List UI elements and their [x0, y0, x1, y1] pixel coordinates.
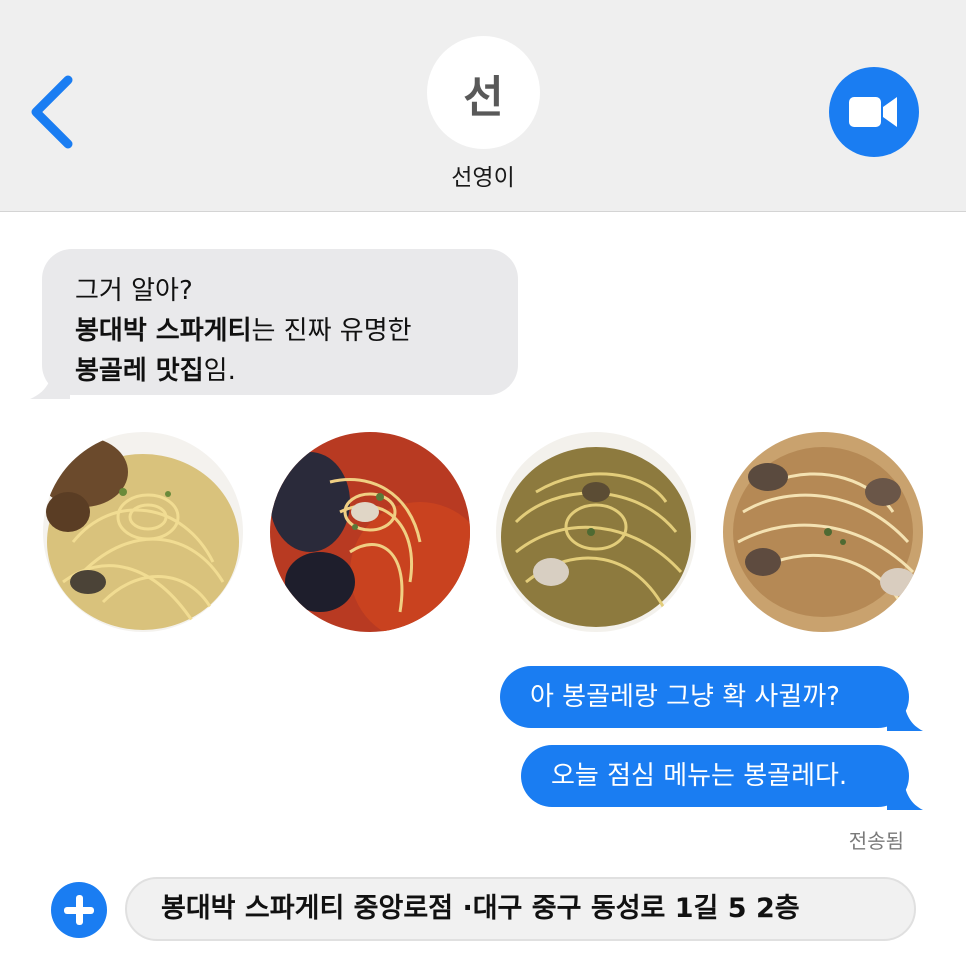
pasta-photo-4[interactable] — [723, 432, 923, 632]
plus-icon[interactable] — [51, 882, 107, 938]
incoming-message-bubble[interactable]: 그거 알아? 봉대박 스파게티는 진짜 유명한 봉골레 맛집임. — [30, 249, 518, 399]
restaurant-name: 봉대박 스파게티 — [75, 316, 252, 346]
back-button[interactable] — [26, 74, 76, 150]
message-text: 아 봉골레랑 그냥 확 사귈까? — [530, 682, 840, 712]
pasta-photo-1[interactable] — [43, 432, 243, 632]
video-camera-icon — [849, 97, 897, 127]
message-text: 오늘 점심 메뉴는 봉골레다. — [551, 761, 848, 791]
pasta-photo-2[interactable] — [270, 432, 470, 632]
bubble-tail — [887, 697, 923, 731]
contact-name[interactable]: 선영이 — [0, 158, 966, 192]
message-text: 는 진짜 유명한 — [251, 316, 412, 346]
message-line: 봉골레 맛집임. — [75, 351, 486, 391]
message-text: 그거 알아? — [75, 276, 193, 306]
message-line: 봉대박 스파게티는 진짜 유명한 — [75, 311, 486, 351]
avatar-initial: 선 — [463, 71, 504, 123]
bubble-tail — [887, 776, 923, 810]
pasta-photo-3[interactable] — [496, 432, 696, 632]
message-text: 임. — [203, 356, 236, 386]
outgoing-message-bubble[interactable]: 아 봉골레랑 그냥 확 사귈까? — [500, 666, 923, 731]
message-line: 그거 알아? — [75, 271, 486, 311]
avatar[interactable]: 선 — [427, 36, 540, 149]
bubble-tail — [30, 359, 70, 399]
chevron-left-icon — [31, 75, 73, 149]
dish-name: 봉골레 맛집 — [75, 356, 204, 386]
message-input[interactable]: 봉대박 스파게티 중앙로점 ·대구 중구 동성로 1길 5 2층 — [125, 877, 916, 941]
video-call-button[interactable] — [829, 67, 919, 157]
delivery-status: 전송됨 — [848, 829, 904, 853]
photo-row — [0, 432, 966, 634]
outgoing-message-bubble[interactable]: 오늘 점심 메뉴는 봉골레다. — [521, 745, 923, 810]
chat-header: 선 선영이 — [0, 0, 966, 212]
